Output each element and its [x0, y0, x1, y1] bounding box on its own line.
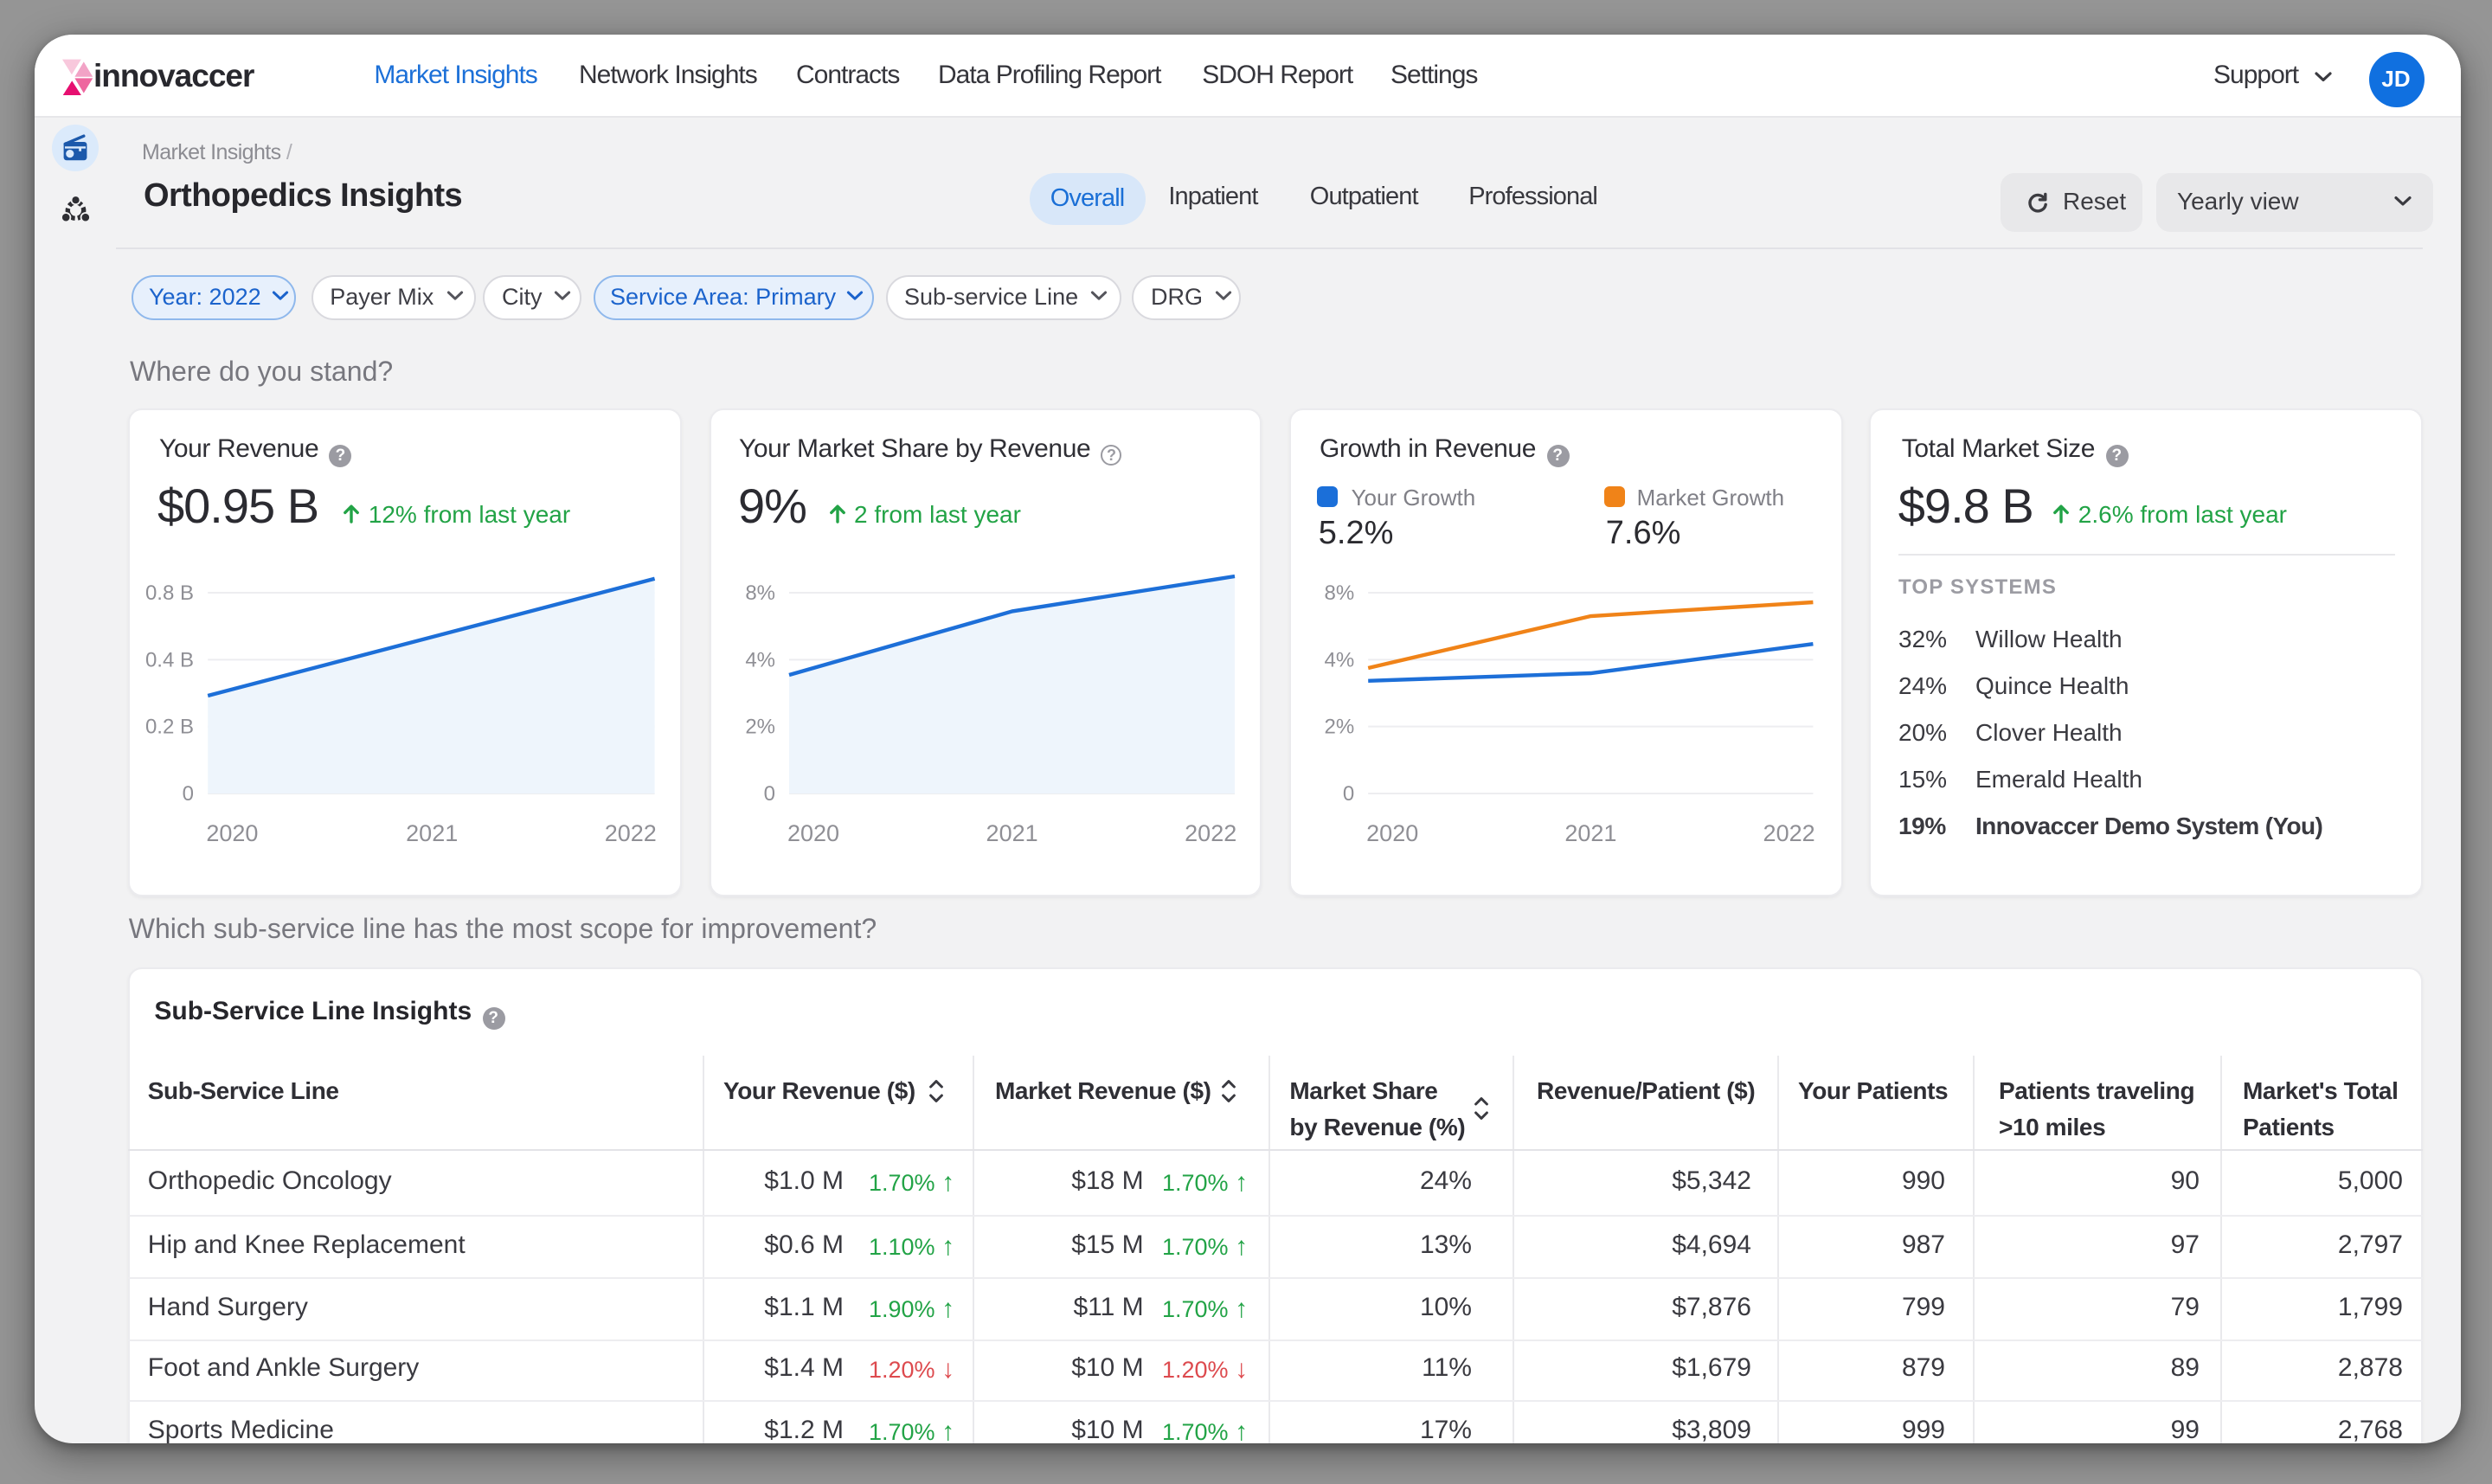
svg-text:2022: 2022	[1763, 820, 1815, 846]
svg-text:2020: 2020	[1366, 820, 1418, 846]
svg-text:2022: 2022	[1185, 820, 1236, 846]
svg-text:0: 0	[764, 782, 775, 806]
svg-text:2021: 2021	[1564, 820, 1616, 846]
svg-text:8%: 8%	[745, 581, 775, 605]
svg-text:2020: 2020	[207, 820, 259, 846]
svg-text:2%: 2%	[1325, 716, 1355, 739]
svg-text:4%: 4%	[745, 648, 775, 671]
svg-text:0: 0	[183, 782, 194, 806]
svg-text:2021: 2021	[407, 820, 459, 846]
svg-text:4%: 4%	[1325, 648, 1355, 671]
svg-text:0.4 B: 0.4 B	[146, 648, 195, 671]
svg-text:2021: 2021	[986, 820, 1038, 846]
svg-text:2022: 2022	[606, 820, 658, 846]
svg-text:2020: 2020	[787, 820, 839, 846]
svg-text:0.2 B: 0.2 B	[146, 716, 195, 739]
svg-text:2%: 2%	[745, 716, 775, 739]
svg-text:0: 0	[1343, 782, 1354, 806]
svg-text:8%: 8%	[1325, 581, 1355, 605]
svg-text:0.8 B: 0.8 B	[146, 581, 195, 605]
